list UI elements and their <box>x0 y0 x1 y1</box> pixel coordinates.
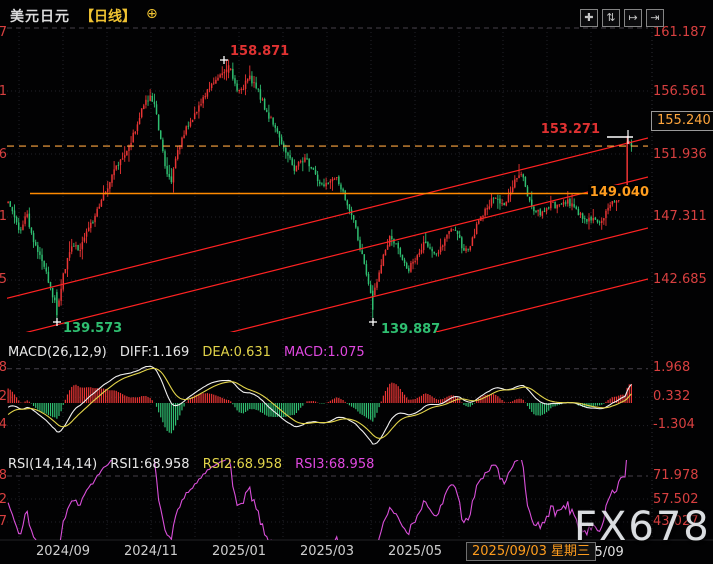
pan-crosshair-icon[interactable]: ✚ <box>580 9 598 27</box>
add-indicator-icon[interactable]: ⊕ <box>146 6 158 22</box>
chart-canvas[interactable] <box>0 0 713 564</box>
rsi-params: RSI(14,14,14) <box>8 457 97 472</box>
candlesticks <box>7 60 632 323</box>
zoom-x-axis-icon[interactable]: ↦ <box>624 9 642 27</box>
rsi1-value: RSI1:68.958 <box>110 457 189 472</box>
rsi-header: RSI(14,14,14) RSI1:68.958 RSI2:68.958 RS… <box>8 457 383 472</box>
chart-toolbar: ✚⇅↦⇥ <box>580 9 664 27</box>
macd-diff-value: DIFF:1.169 <box>120 345 189 360</box>
scroll-to-latest-icon[interactable]: ⇥ <box>646 9 664 27</box>
crosshair-price-box: 155.240 <box>651 111 713 131</box>
price-level-label: 149.040 <box>588 185 651 200</box>
watermark: FX678 <box>574 504 711 550</box>
macd-dea-value: DEA:0.631 <box>202 345 271 360</box>
rsi2-value: RSI2:68.958 <box>203 457 282 472</box>
macd-macd-value: MACD:1.075 <box>284 345 365 360</box>
symbol-title: 美元日元 <box>10 6 70 26</box>
period-label: 【日线】 <box>80 6 136 26</box>
chart-header: 美元日元 【日线】 ⊕ ✚⇅↦⇥ <box>0 0 713 28</box>
macd-header: MACD(26,12,9) DIFF:1.169 DEA:0.631 MACD:… <box>8 345 374 360</box>
zoom-y-axis-icon[interactable]: ⇅ <box>602 9 620 27</box>
rsi3-value: RSI3:68.958 <box>295 457 374 472</box>
macd-params: MACD(26,12,9) <box>8 345 107 360</box>
trading-chart-app: 161.187156.561151.936147.311142.6851.968… <box>0 0 713 564</box>
